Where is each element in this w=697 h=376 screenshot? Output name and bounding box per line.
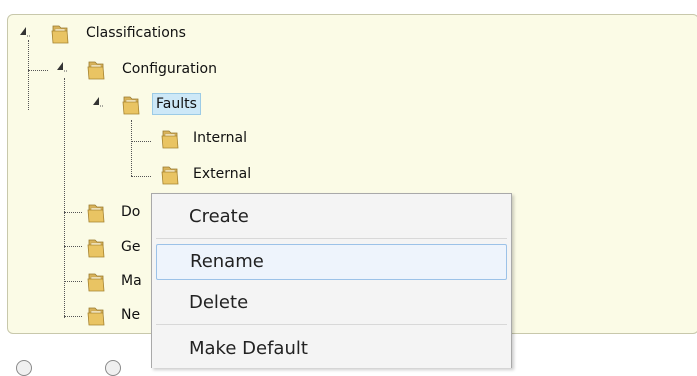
tree-connector (64, 212, 82, 213)
tree-connector (64, 281, 82, 282)
menu-item-delete[interactable]: Delete (156, 285, 507, 321)
context-menu: Create Rename Delete Make Default (151, 193, 512, 368)
tree-node-faults[interactable]: Faults (152, 93, 201, 115)
folder-icon (86, 270, 106, 292)
tree-node-classifications[interactable]: Classifications (84, 22, 188, 44)
tree-node-ne[interactable]: Ne (119, 304, 153, 326)
folder-icon (160, 127, 180, 149)
tree-connector (131, 176, 151, 177)
folder-icon (86, 236, 106, 258)
radio-option[interactable] (16, 360, 32, 376)
radio-option[interactable] (105, 360, 121, 376)
tree-connector (64, 246, 82, 247)
menu-item-make-default[interactable]: Make Default (156, 331, 507, 367)
menu-item-create[interactable]: Create (156, 199, 507, 235)
tree-connector (28, 70, 48, 71)
tree-node-internal[interactable]: Internal (191, 127, 249, 149)
tree-node-ge[interactable]: Ge (119, 236, 153, 258)
tree-node-do[interactable]: Do (119, 201, 153, 223)
tree-node-external[interactable]: External (191, 163, 253, 185)
tree-connector (28, 40, 29, 110)
collapse-expander-icon[interactable] (17, 25, 31, 39)
collapse-expander-icon[interactable] (90, 95, 104, 109)
tree-node-ma[interactable]: Ma (119, 270, 153, 292)
folder-icon (160, 163, 180, 185)
folder-icon (50, 22, 70, 44)
tree-connector (64, 78, 65, 318)
menu-separator (156, 238, 507, 239)
folder-icon (86, 201, 106, 223)
tree-connector (131, 120, 132, 176)
folder-icon (86, 304, 106, 326)
menu-item-rename[interactable]: Rename (156, 244, 507, 280)
collapse-expander-icon[interactable] (54, 60, 68, 74)
tree-connector (131, 141, 151, 142)
folder-icon (86, 58, 106, 80)
tree-connector (64, 316, 82, 317)
folder-icon (121, 93, 141, 115)
menu-separator (156, 324, 507, 325)
tree-node-configuration[interactable]: Configuration (120, 58, 219, 80)
